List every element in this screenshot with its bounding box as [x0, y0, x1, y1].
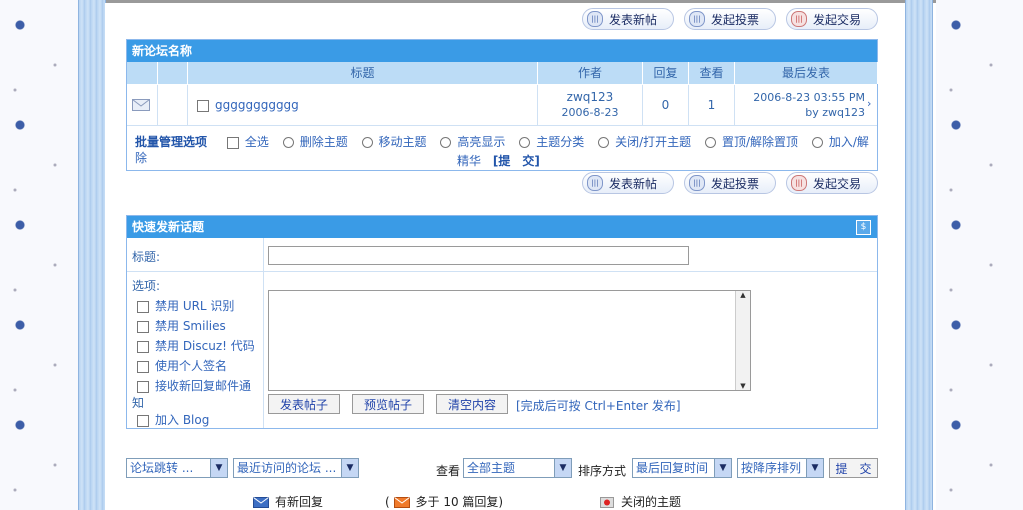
legend-new-reply: 有新回复 — [253, 493, 323, 510]
batch-label: 批量管理选项 — [135, 135, 208, 149]
batch-line-2: 精华 [提 交] — [457, 154, 540, 168]
frame-strip-right — [905, 0, 933, 510]
scroll-down-icon[interactable]: ▼ — [736, 382, 750, 390]
new-trade-button[interactable]: ||| 发起交易 — [786, 8, 878, 30]
select-all-checkbox[interactable] — [226, 136, 239, 149]
thread-replies: 0 — [661, 98, 670, 112]
new-post-button-2[interactable]: ||| 发表新帖 — [582, 172, 674, 194]
add-blog-checkbox[interactable] — [137, 414, 149, 427]
sort-label: 排序方式 — [578, 464, 627, 478]
col-title: 标题 — [188, 62, 538, 84]
thread-select-checkbox[interactable] — [197, 99, 209, 112]
new-poll-button[interactable]: ||| 发起投票 — [684, 8, 776, 30]
forum-title: 新论坛名称 — [127, 40, 877, 62]
collapse-icon[interactable]: $ — [856, 220, 871, 235]
col-views: 查看 — [689, 62, 735, 84]
disable-url-checkbox[interactable] — [137, 300, 149, 313]
frame-strip-left — [78, 0, 106, 510]
batch-option-digest[interactable] — [811, 137, 823, 148]
new-poll-button-2[interactable]: ||| 发起投票 — [684, 172, 776, 194]
quick-post-title: 快速发新话题 — [127, 216, 877, 238]
batch-option-highlight[interactable] — [440, 137, 452, 148]
submit-post-button[interactable]: 发表帖子 — [268, 394, 340, 414]
clear-content-button[interactable]: 清空内容 — [436, 394, 508, 414]
email-notify-checkbox[interactable] — [137, 380, 149, 393]
col-author: 作者 — [538, 62, 643, 84]
mail-icon — [132, 99, 150, 111]
post-icon: ||| — [587, 175, 603, 191]
hot-thread-mail-icon — [393, 497, 410, 508]
col-icon — [127, 62, 158, 84]
filter-submit-button[interactable]: 提 交 — [829, 458, 878, 478]
background-pattern-right — [936, 0, 1023, 510]
preview-post-button[interactable]: 预览帖子 — [352, 394, 424, 414]
post-options: 选项: 禁用 URL 识别 禁用 Smilies 禁用 Discuz! 代码 使… — [132, 279, 255, 427]
view-label: 查看 — [436, 464, 461, 478]
thread-last-time[interactable]: 2006-8-23 03:55 PM — [737, 91, 865, 104]
batch-option-sticky[interactable] — [704, 137, 716, 148]
thread-author[interactable]: zwq123 — [538, 90, 642, 104]
legend-hot: ( 多于 10 篇回复) — [385, 495, 504, 509]
col-last-post: 最后发表 — [735, 62, 878, 84]
quick-post-panel: 快速发新话题 $ 标题: 选项: 禁用 URL 识别 禁用 Smilies 禁用… — [126, 215, 878, 429]
legend-closed: 关闭的主题 — [599, 493, 681, 510]
background-pattern-left — [0, 0, 78, 510]
use-signature-checkbox[interactable] — [137, 360, 149, 373]
order-select[interactable]: 按降序排列 ▼ — [737, 458, 824, 478]
forum-jump-select[interactable]: 论坛跳转 ... ▼ — [126, 458, 228, 478]
chevron-down-icon: ▼ — [341, 459, 358, 477]
thread-date: 2006-8-23 — [561, 106, 619, 119]
subject-input[interactable] — [268, 246, 689, 265]
recent-forums-select[interactable]: 最近访问的论坛 ... ▼ — [233, 458, 359, 478]
thread-views: 1 — [707, 98, 716, 112]
col-type — [158, 62, 188, 84]
trade-icon: ||| — [791, 11, 807, 27]
new-reply-mail-icon — [253, 497, 269, 508]
scroll-up-icon[interactable]: ▲ — [736, 291, 750, 299]
forum-thread-panel: 新论坛名称 标题 作者 回复 查看 最后发表 ggggggggggg zwq12… — [126, 39, 878, 171]
poll-icon: ||| — [689, 11, 705, 27]
table-row: ggggggggggg zwq123 2006-8-23 0 1 2006-8-… — [127, 85, 877, 125]
view-select[interactable]: 全部主题 ▼ — [463, 458, 572, 478]
batch-option-close[interactable] — [598, 137, 610, 148]
poll-icon: ||| — [689, 175, 705, 191]
ctrl-enter-hint: [完成后可按 Ctrl+Enter 发布] — [516, 399, 681, 413]
textarea-scrollbar[interactable]: ▲ ▼ — [735, 291, 750, 390]
message-textarea[interactable]: ▲ ▼ — [268, 290, 751, 391]
post-icon: ||| — [587, 11, 603, 27]
new-trade-button-2[interactable]: ||| 发起交易 — [786, 172, 878, 194]
subject-label: 标题: — [132, 250, 161, 264]
batch-option-delete[interactable] — [282, 137, 294, 148]
thread-last-by[interactable]: by zwq123 — [737, 106, 865, 119]
chevron-down-icon: ▼ — [210, 459, 227, 477]
chevron-down-icon: ▼ — [806, 459, 823, 477]
chevron-down-icon: ▼ — [554, 459, 571, 477]
chevron-down-icon: ▼ — [714, 459, 731, 477]
batch-option-move[interactable] — [361, 137, 373, 148]
main-content: ||| 发表新帖 ||| 发起投票 ||| 发起交易 新论坛名称 标题 作者 回… — [105, 3, 905, 510]
trade-icon: ||| — [791, 175, 807, 191]
sort-select[interactable]: 最后回复时间 ▼ — [632, 458, 732, 478]
batch-option-category[interactable] — [519, 137, 531, 148]
disable-discuz-code-checkbox[interactable] — [137, 340, 149, 353]
closed-lock-icon — [600, 497, 614, 508]
batch-submit-link[interactable]: [提 交] — [493, 154, 540, 168]
thread-title-link[interactable]: ggggggggggg — [215, 98, 299, 112]
last-post-arrow-icon[interactable]: › — [867, 97, 871, 110]
disable-smilies-checkbox[interactable] — [137, 320, 149, 333]
col-replies: 回复 — [643, 62, 689, 84]
new-post-button[interactable]: ||| 发表新帖 — [582, 8, 674, 30]
